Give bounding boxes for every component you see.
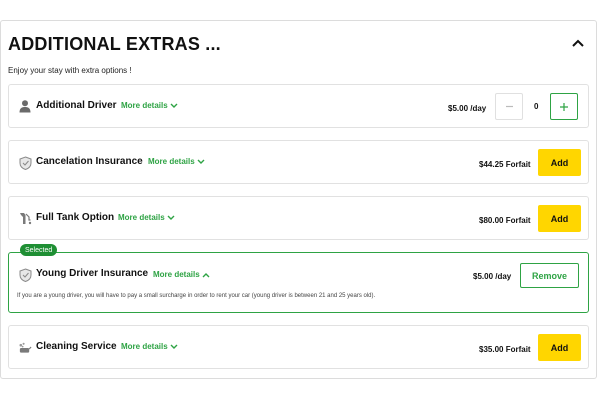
cleaning-icon <box>18 341 32 355</box>
extra-price: $5.00 /day <box>473 272 512 281</box>
extra-description: If you are a young driver, you will have… <box>17 293 376 299</box>
extra-name: Cleaning Service <box>36 341 117 352</box>
extra-card-full-tank-option: Full Tank Option More details $80.00 For… <box>8 196 589 240</box>
selected-badge: Selected <box>20 244 58 256</box>
extra-name: Cancelation Insurance <box>36 156 143 167</box>
add-button[interactable]: Add <box>538 334 581 361</box>
extra-price: $44.25 Forfait <box>479 160 531 169</box>
more-details-label: More details <box>153 270 200 279</box>
extra-card-cancelation-insurance: Cancelation Insurance More details $44.2… <box>8 140 589 184</box>
collapse-toggle[interactable] <box>568 34 588 52</box>
increment-button[interactable] <box>550 93 578 120</box>
minus-icon <box>505 105 513 108</box>
page-subtitle: Enjoy your stay with extra options ! <box>8 66 132 75</box>
chevron-down-icon <box>167 215 175 220</box>
page-title: ADDITIONAL EXTRAS ... <box>8 34 221 54</box>
remove-button[interactable]: Remove <box>520 263 579 288</box>
more-details-link[interactable]: More details <box>121 101 178 110</box>
extra-name: Additional Driver <box>36 100 117 111</box>
chevron-down-icon <box>170 344 178 349</box>
chevron-up-icon <box>202 272 210 277</box>
more-details-label: More details <box>118 213 165 222</box>
add-button[interactable]: Add <box>538 149 581 176</box>
quantity-value: 0 <box>534 102 539 111</box>
chevron-down-icon <box>197 159 205 164</box>
more-details-label: More details <box>121 342 168 351</box>
shield-icon <box>18 156 32 170</box>
more-details-link[interactable]: More details <box>148 157 205 166</box>
more-details-link[interactable]: More details <box>121 342 178 351</box>
shield-icon <box>18 268 32 282</box>
extra-card-additional-driver: Additional Driver More details $5.00 /da… <box>8 84 589 128</box>
plus-icon <box>560 102 568 111</box>
more-details-label: More details <box>148 157 195 166</box>
more-details-label: More details <box>121 101 168 110</box>
chevron-down-icon <box>170 103 178 108</box>
extra-price: $35.00 Forfait <box>479 345 531 354</box>
chevron-up-icon <box>572 39 584 47</box>
more-details-link[interactable]: More details <box>118 213 175 222</box>
extra-name: Full Tank Option <box>36 212 115 223</box>
fuel-pump-icon <box>18 211 32 225</box>
add-button[interactable]: Add <box>538 205 581 232</box>
extra-price: $80.00 Forfait <box>479 216 531 225</box>
extra-price: $5.00 /day <box>448 104 487 113</box>
extra-card-young-driver-insurance: Young Driver Insurance More details $5.0… <box>8 252 589 313</box>
more-details-link[interactable]: More details <box>153 270 210 279</box>
decrement-button[interactable] <box>495 93 523 120</box>
extra-card-cleaning-service: Cleaning Service More details $35.00 For… <box>8 325 589 369</box>
extra-name: Young Driver Insurance <box>36 268 149 279</box>
person-icon <box>18 99 32 113</box>
